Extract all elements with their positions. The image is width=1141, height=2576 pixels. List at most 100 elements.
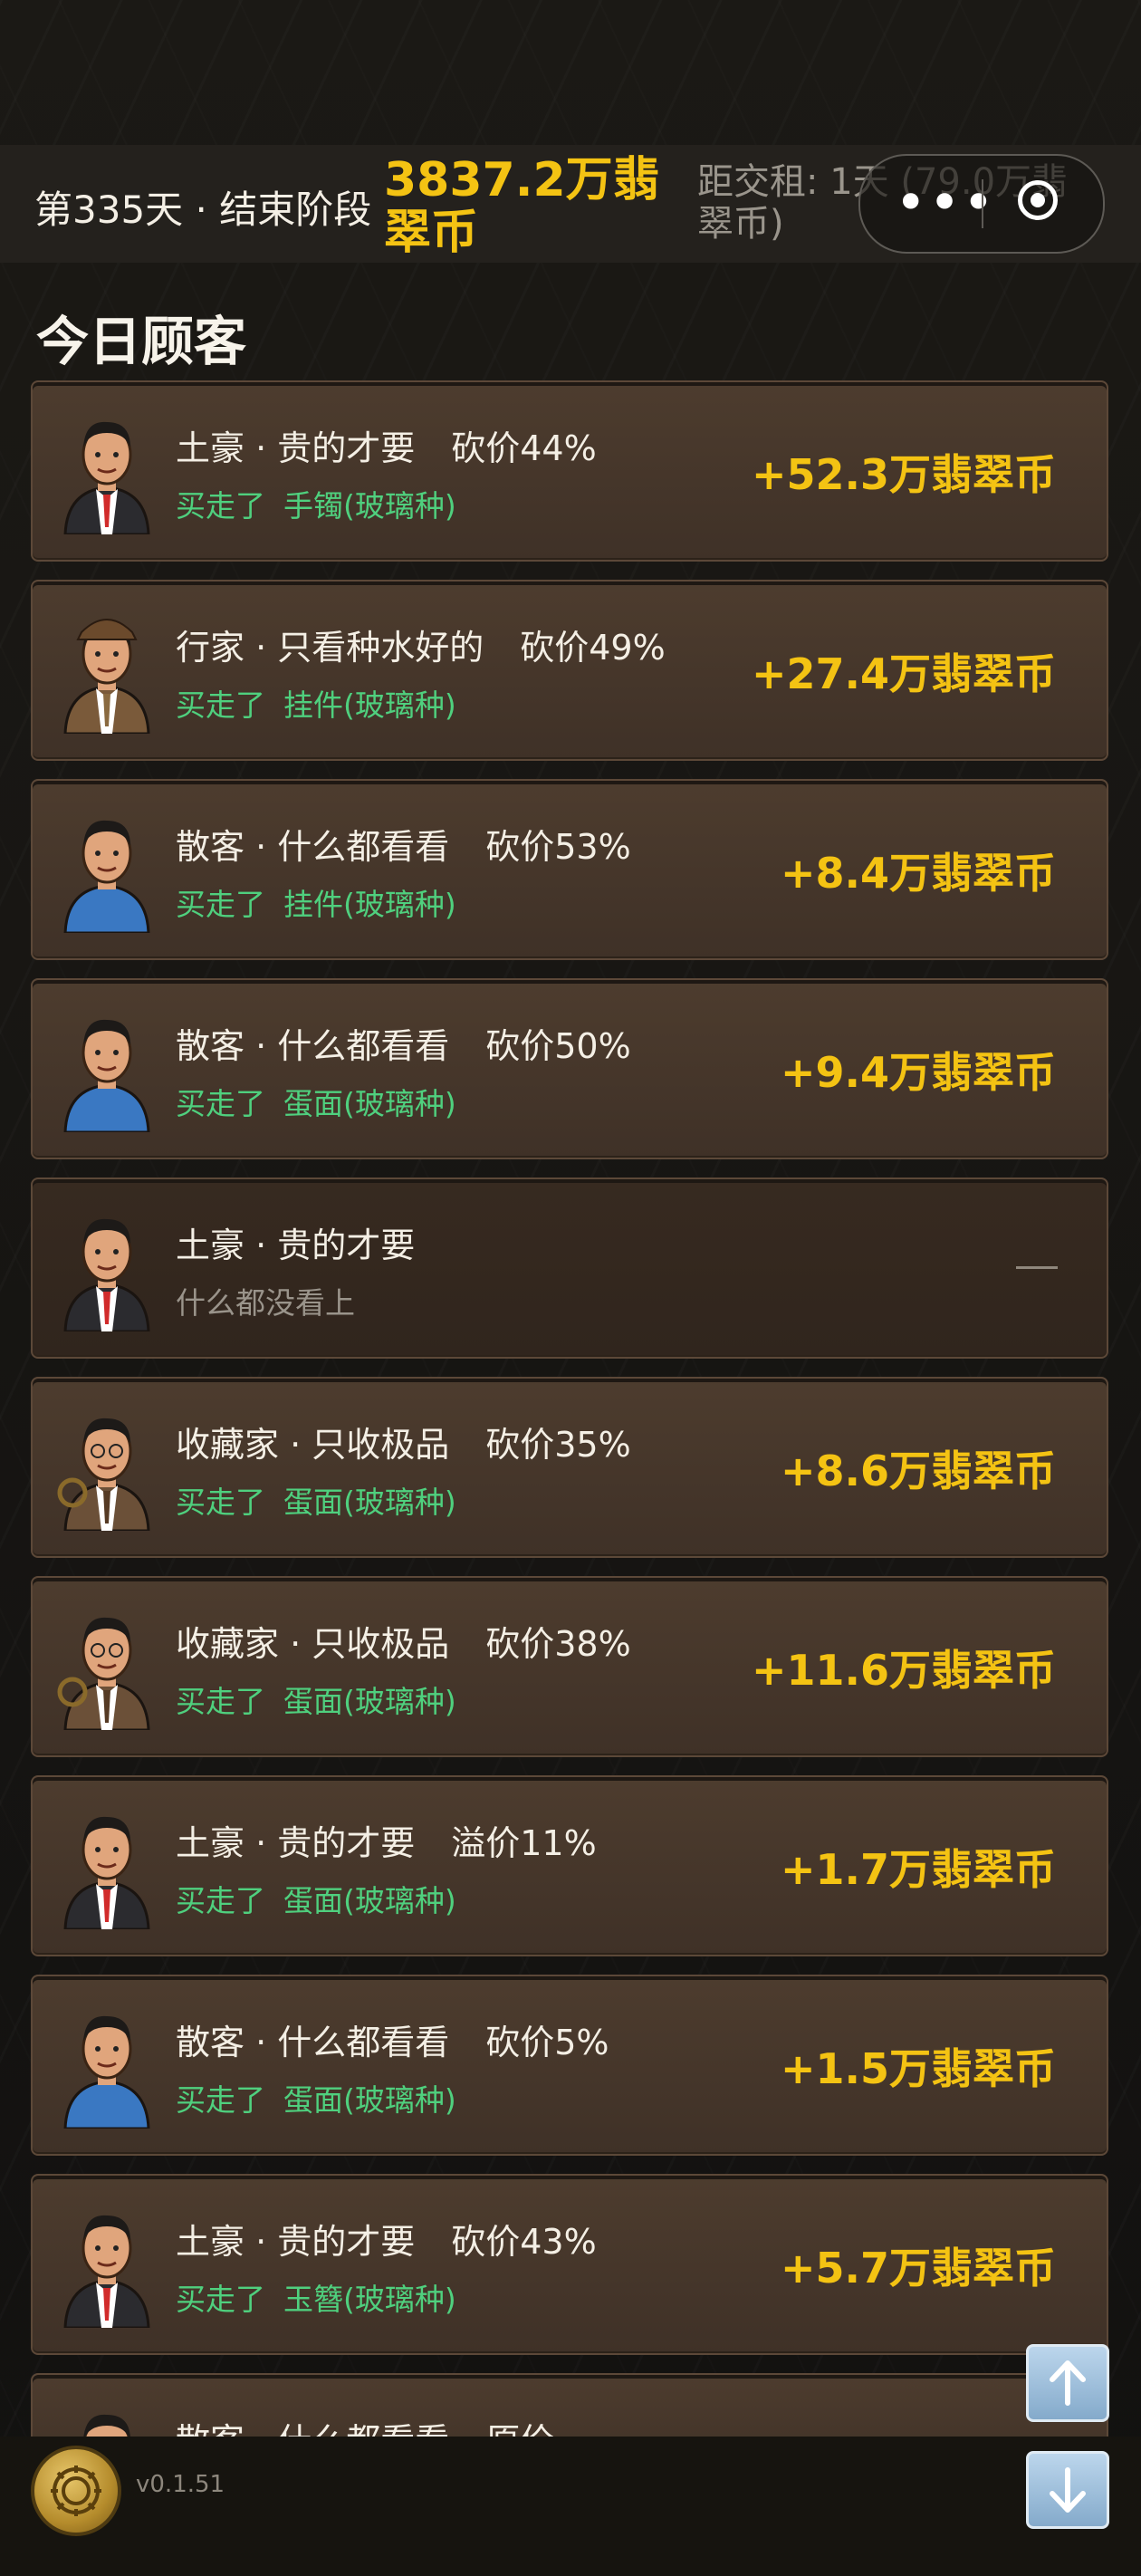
customer-type-line: 土豪 · 贵的才要 [176, 1217, 415, 1267]
purchased-item: 玉簪(玻璃种) [283, 2282, 456, 2317]
customer-card[interactable]: 行家 · 只看种水好的 砍价49% 买走了 挂件(玻璃种) +27.4万翡翠币 [31, 580, 1108, 761]
income-amount: +8.4万翡翠币 [780, 849, 1056, 898]
collector-avatar-icon [53, 1404, 161, 1533]
customer-list[interactable]: 土豪 · 贵的才要 砍价44% 买走了 手镯(玻璃种) +52.3万翡翠币 行家 · 只… [31, 380, 1110, 2500]
customer-card[interactable]: 土豪 · 贵的才要 砍价44% 买走了 手镯(玻璃种) +52.3万翡翠币 [31, 380, 1108, 562]
purchased-item: 蛋面(玻璃种) [283, 1883, 456, 1918]
income-amount: +1.7万翡翠币 [780, 1845, 1056, 1894]
income-amount: +11.6万翡翠币 [751, 1646, 1056, 1695]
tycoon-avatar-icon [53, 408, 161, 536]
purchase-line: 买走了 挂件(玻璃种) [176, 681, 456, 725]
purchase-status: 买走了 [176, 1883, 265, 1918]
version-label: v0.1.51 [136, 2471, 225, 2498]
purchase-status: 买走了 [176, 1086, 265, 1121]
purchase-line: 什么都没看上 [176, 1279, 355, 1322]
customer-card[interactable]: 土豪 · 贵的才要 什么都没看上 [31, 1177, 1108, 1359]
purchased-item: 蛋面(玻璃种) [283, 2082, 456, 2118]
purchase-line: 买走了 手镯(玻璃种) [176, 482, 456, 525]
customer-type-line: 收藏家 · 只收极品 砍价35% [176, 1417, 631, 1466]
purchase-line: 买走了 蛋面(玻璃种) [176, 1877, 456, 1920]
bargain-label: 溢价11% [451, 1823, 597, 1863]
customer-type-line: 散客 · 什么都看看 砍价53% [176, 819, 631, 869]
collector-avatar-icon [53, 1603, 161, 1732]
more-menu-icon[interactable]: ••• [895, 168, 994, 237]
day-phase-label: 第335天 · 结束阶段 [34, 187, 372, 232]
customer-card[interactable]: 散客 · 什么都看看 砍价53% 买走了 挂件(玻璃种) +8.4万翡翠币 [31, 779, 1108, 960]
purchase-line: 买走了 蛋面(玻璃种) [176, 1677, 456, 1721]
bottom-bar [0, 2437, 1141, 2576]
purchase-line: 买走了 蛋面(玻璃种) [176, 1478, 456, 1522]
purchase-status: 买走了 [176, 1485, 265, 1520]
tycoon-avatar-icon [53, 2201, 161, 2330]
customer-type: 散客 · 什么都看看 [176, 2023, 450, 2062]
purchase-line: 买走了 挂件(玻璃种) [176, 880, 456, 924]
customer-type-line: 土豪 · 贵的才要 砍价44% [176, 420, 597, 470]
purchase-status: 买走了 [176, 687, 265, 723]
customer-card[interactable]: 收藏家 · 只收极品 砍价38% 买走了 蛋面(玻璃种) +11.6万翡翠币 [31, 1576, 1108, 1757]
customer-type: 散客 · 什么都看看 [176, 1026, 450, 1066]
customer-type: 行家 · 只看种水好的 [176, 628, 484, 668]
bargain-label: 砍价5% [485, 2023, 609, 2062]
capsule-divider [982, 179, 983, 228]
arrow-up-icon [1050, 2360, 1086, 2406]
customer-type: 土豪 · 贵的才要 [176, 1823, 416, 1863]
customer-card[interactable]: 土豪 · 贵的才要 溢价11% 买走了 蛋面(玻璃种) +1.7万翡翠币 [31, 1775, 1108, 1956]
tycoon-avatar-icon [53, 1205, 161, 1333]
customer-type: 土豪 · 贵的才要 [176, 1226, 416, 1265]
customer-type-line: 收藏家 · 只收极品 砍价38% [176, 1616, 631, 1666]
no-income-dash [1016, 1266, 1058, 1269]
casual-avatar-icon [53, 806, 161, 935]
customer-type-line: 散客 · 什么都看看 砍价5% [176, 2014, 609, 2064]
customer-card[interactable]: 散客 · 什么都看看 砍价5% 买走了 蛋面(玻璃种) +1.5万翡翠币 [31, 1975, 1108, 2156]
settings-gear-icon[interactable] [31, 2446, 121, 2536]
income-amount: +1.5万翡翠币 [780, 2044, 1056, 2093]
income-amount: +5.7万翡翠币 [780, 2244, 1056, 2292]
purchased-item: 蛋面(玻璃种) [283, 1684, 456, 1719]
customer-type: 收藏家 · 只收极品 [176, 1425, 450, 1465]
purchase-status: 买走了 [176, 1684, 265, 1719]
customer-card[interactable]: 土豪 · 贵的才要 砍价43% 买走了 玉簪(玻璃种) +5.7万翡翠币 [31, 2174, 1108, 2355]
bargain-label: 砍价53% [485, 827, 631, 867]
casual-avatar-icon [53, 1005, 161, 1134]
purchase-line: 买走了 蛋面(玻璃种) [176, 1080, 456, 1123]
customer-type: 土豪 · 贵的才要 [176, 2222, 416, 2262]
expert-avatar-icon [53, 607, 161, 735]
purchase-status: 什么都没看上 [176, 1285, 355, 1321]
bargain-label: 砍价49% [520, 628, 666, 668]
income-amount: +52.3万翡翠币 [751, 450, 1056, 499]
scroll-up-button[interactable] [1026, 2344, 1109, 2422]
scroll-down-button[interactable] [1026, 2451, 1109, 2529]
customer-type: 散客 · 什么都看看 [176, 827, 450, 867]
purchase-line: 买走了 蛋面(玻璃种) [176, 2076, 456, 2119]
casual-avatar-icon [53, 2002, 161, 2130]
bargain-label: 砍价35% [485, 1425, 631, 1465]
purchase-line: 买走了 玉簪(玻璃种) [176, 2275, 456, 2319]
top-status-bar: 第335天 · 结束阶段 3837.2万翡翠币 距交租: 1天 (79.0万翡翠… [0, 145, 1141, 263]
money-balance: 3837.2万翡翠币 [384, 153, 660, 260]
purchased-item: 蛋面(玻璃种) [283, 1086, 456, 1121]
purchase-status: 买走了 [176, 488, 265, 524]
customer-card[interactable]: 收藏家 · 只收极品 砍价35% 买走了 蛋面(玻璃种) +8.6万翡翠币 [31, 1377, 1108, 1558]
income-amount: +27.4万翡翠币 [751, 649, 1056, 698]
bargain-label: 砍价44% [451, 428, 597, 468]
purchase-status: 买走了 [176, 887, 265, 922]
close-target-icon[interactable] [1018, 180, 1058, 220]
purchased-item: 手镯(玻璃种) [283, 488, 456, 524]
purchased-item: 挂件(玻璃种) [283, 887, 456, 922]
arrow-down-icon [1050, 2467, 1086, 2513]
miniprogram-capsule: ••• [858, 154, 1105, 254]
bargain-label: 砍价38% [485, 1624, 631, 1664]
purchase-status: 买走了 [176, 2082, 265, 2118]
customer-type-line: 土豪 · 贵的才要 砍价43% [176, 2214, 597, 2264]
income-amount: +9.4万翡翠币 [780, 1048, 1056, 1097]
customer-type-line: 散客 · 什么都看看 砍价50% [176, 1018, 631, 1068]
customer-type: 收藏家 · 只收极品 [176, 1624, 450, 1664]
purchased-item: 蛋面(玻璃种) [283, 1485, 456, 1520]
customer-card[interactable]: 散客 · 什么都看看 砍价50% 买走了 蛋面(玻璃种) +9.4万翡翠币 [31, 978, 1108, 1159]
bargain-label: 砍价43% [451, 2222, 597, 2262]
tycoon-avatar-icon [53, 1802, 161, 1931]
customer-type-line: 行家 · 只看种水好的 砍价49% [176, 620, 666, 669]
bargain-label: 砍价50% [485, 1026, 631, 1066]
section-title: 今日顾客 [36, 311, 247, 372]
purchase-status: 买走了 [176, 2282, 265, 2317]
